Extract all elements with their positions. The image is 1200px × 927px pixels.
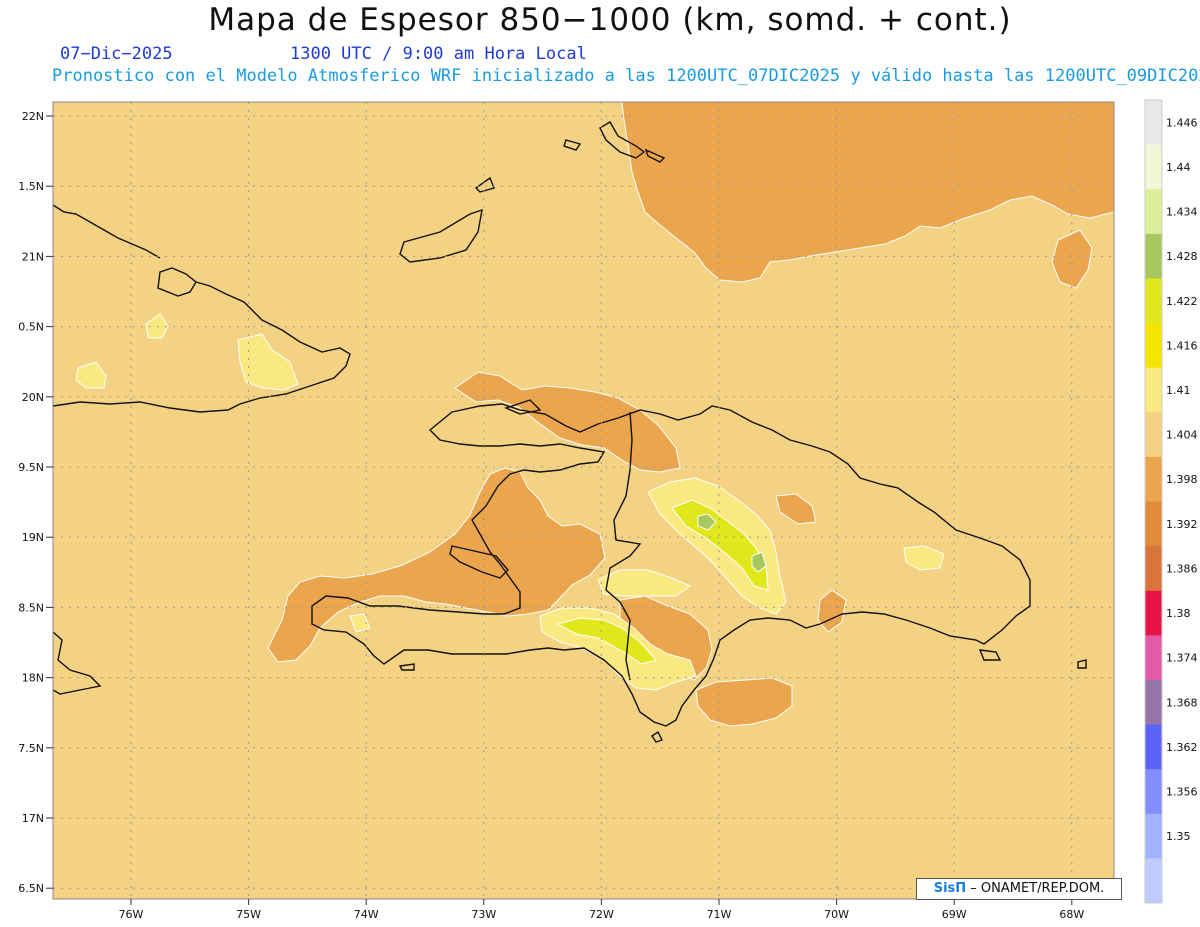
colorbar-swatch bbox=[1145, 635, 1162, 681]
colorbar-label: 1.35 bbox=[1166, 830, 1191, 843]
colorbar-swatch bbox=[1145, 679, 1162, 725]
colorbar-label: 1.404 bbox=[1166, 429, 1198, 442]
lon-label: 75W bbox=[236, 908, 261, 921]
colorbar-label: 1.428 bbox=[1166, 250, 1198, 263]
colorbar-label: 1.416 bbox=[1166, 339, 1198, 352]
colorbar-label: 1.398 bbox=[1166, 473, 1198, 486]
colorbar-label: 1.44 bbox=[1166, 161, 1191, 174]
thickness-map: 22N 1.5N 21N 0.5N 20N 9.5N 19N 8.5N 18N 7.5N 17N 6.… bbox=[18, 99, 1198, 921]
colorbar-label: 1.362 bbox=[1166, 741, 1198, 754]
lon-label: 76W bbox=[119, 908, 144, 921]
lat-label: 9.5N bbox=[18, 461, 44, 474]
longitude-labels: 76W 75W 74W 73W 72W 71W 70W 69W 68W bbox=[119, 899, 1084, 921]
sispi-logo: SisΠ bbox=[933, 881, 967, 896]
lon-label: 74W bbox=[354, 908, 379, 921]
latitude-labels: 22N 1.5N 21N 0.5N 20N 9.5N 19N 8.5N 18N 7.5N 17N 6.… bbox=[18, 110, 53, 895]
lat-label: 19N bbox=[22, 531, 44, 544]
lon-label: 73W bbox=[471, 908, 496, 921]
lat-label: 8.5N bbox=[18, 601, 44, 614]
colorbar-swatch bbox=[1145, 233, 1162, 279]
colorbar-swatch bbox=[1145, 367, 1162, 413]
colorbar-swatch bbox=[1145, 724, 1162, 770]
lon-label: 72W bbox=[589, 908, 614, 921]
colorbar-swatch bbox=[1145, 858, 1162, 904]
colorbar-swatch bbox=[1145, 546, 1162, 592]
colorbar-swatch bbox=[1145, 100, 1162, 145]
colorbar-swatch bbox=[1145, 769, 1162, 815]
lat-label: 0.5N bbox=[18, 321, 44, 334]
lon-label: 69W bbox=[942, 908, 967, 921]
lon-label: 70W bbox=[824, 908, 849, 921]
lat-label: 18N bbox=[22, 672, 44, 685]
colorbar-label: 1.386 bbox=[1166, 562, 1198, 575]
colorbar-label: 1.368 bbox=[1166, 696, 1198, 709]
colorbar-swatch bbox=[1145, 189, 1162, 235]
colorbar-label: 1.392 bbox=[1166, 518, 1198, 531]
colorbar-swatch bbox=[1145, 144, 1162, 190]
lon-label: 68W bbox=[1059, 908, 1084, 921]
credit-box: SisΠ – ONAMET/REP.DOM. bbox=[916, 878, 1122, 900]
colorbar-label: 1.434 bbox=[1166, 206, 1198, 219]
colorbar-swatch bbox=[1145, 412, 1162, 458]
colorbar-label: 1.38 bbox=[1166, 607, 1191, 620]
colorbar-label: 1.422 bbox=[1166, 295, 1198, 308]
colorbar-swatch bbox=[1145, 278, 1162, 324]
lat-label: 7.5N bbox=[18, 742, 44, 755]
lat-label: 22N bbox=[22, 110, 44, 123]
color-scale: 1.446 1.44 1.434 1.428 1.422 1.416 1.41 1.404 1.… bbox=[1144, 99, 1198, 904]
colorbar-swatch bbox=[1145, 590, 1162, 636]
colorbar-swatch bbox=[1145, 456, 1162, 502]
lat-label: 17N bbox=[22, 812, 44, 825]
colorbar-label: 1.374 bbox=[1166, 652, 1198, 665]
colorbar-label: 1.446 bbox=[1166, 116, 1198, 129]
lon-label: 71W bbox=[707, 908, 732, 921]
lat-label: 20N bbox=[22, 391, 44, 404]
lat-label: 6.5N bbox=[18, 882, 44, 895]
colorbar-label: 1.356 bbox=[1166, 785, 1198, 798]
colorbar-swatch bbox=[1145, 501, 1162, 547]
colorbar-label: 1.41 bbox=[1166, 384, 1191, 397]
colorbar-swatch bbox=[1145, 323, 1162, 368]
lat-label: 21N bbox=[22, 250, 44, 263]
credit-org: – ONAMET/REP.DOM. bbox=[966, 881, 1105, 896]
lat-label: 1.5N bbox=[18, 180, 44, 193]
colorbar-swatch bbox=[1145, 813, 1162, 859]
